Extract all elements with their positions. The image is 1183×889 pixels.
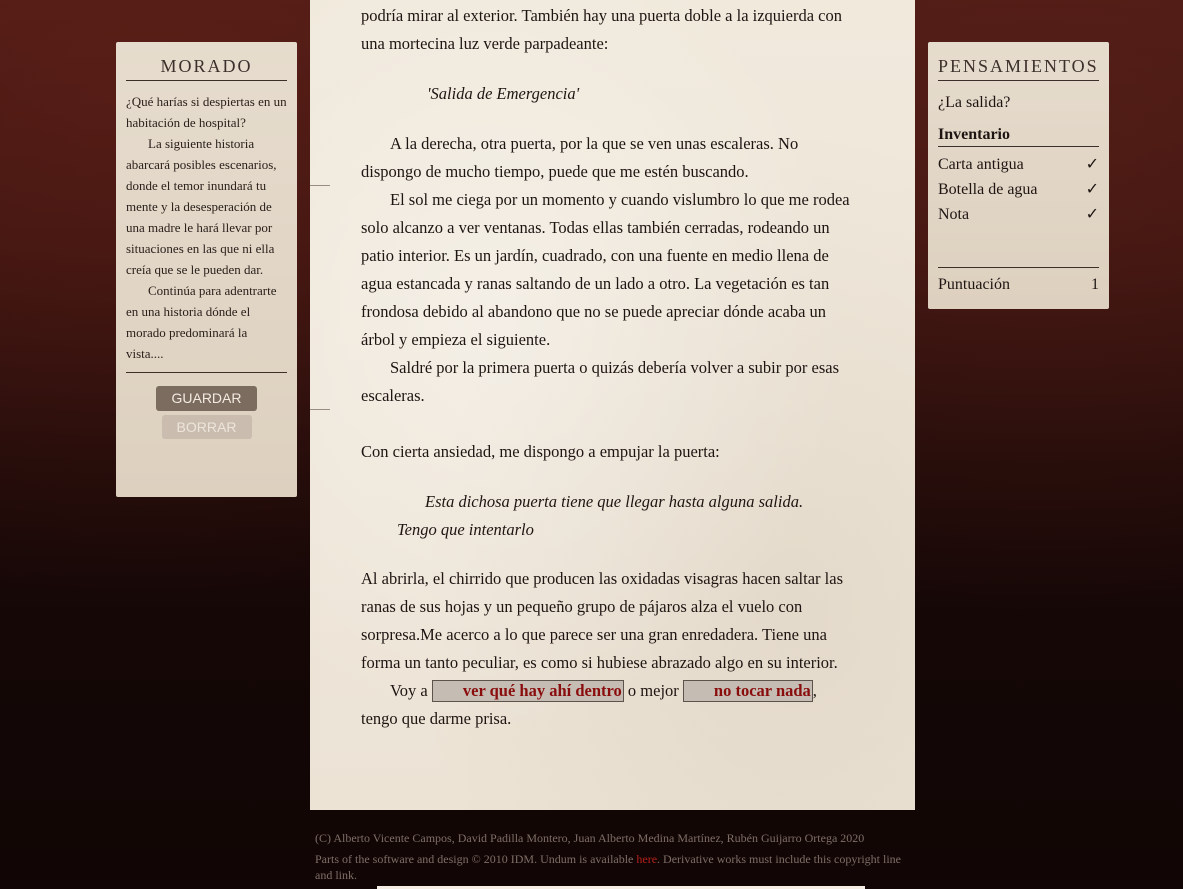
intro-text: ¿Qué harías si despiertas en un habitaci… <box>126 91 287 364</box>
inventory-item-name: Botella de agua <box>938 181 1038 198</box>
intro-paragraph: Continúa para adentrarte en una historia… <box>126 283 277 361</box>
story-quote: Esta dichosa puerta tiene que llegar has… <box>425 492 804 511</box>
choice-paragraph: Voy a ver qué hay ahí dentro o mejor no … <box>361 677 854 733</box>
inventory-title: Inventario <box>938 126 1099 147</box>
choice-look-inside[interactable]: ver qué hay ahí dentro <box>431 680 624 702</box>
check-icon: ✓ <box>1085 156 1099 173</box>
score-label: Puntuación <box>938 276 1010 293</box>
intro-paragraph: La siguiente historia abarcará posibles … <box>126 136 277 277</box>
check-icon: ✓ <box>1085 206 1099 223</box>
undum-link[interactable]: here <box>636 852 657 866</box>
credits-text: Parts of the software and design © 2010 … <box>315 852 637 866</box>
choice-touch-nothing[interactable]: no tocar nada <box>682 680 813 702</box>
divider <box>126 372 287 373</box>
story-paragraph: podría mirar al exterior. También hay un… <box>361 6 842 53</box>
intro-paragraph: ¿Qué harías si despiertas en un habitaci… <box>126 94 287 130</box>
score-row: Puntuación 1 <box>938 267 1099 294</box>
left-panel: MORADO ¿Qué harías si despiertas en un h… <box>116 42 297 497</box>
story-page: podría mirar al exterior. También hay un… <box>310 0 915 810</box>
inventory-item: Botella de agua ✓ <box>938 177 1099 202</box>
choice-separator: o mejor <box>623 681 683 700</box>
story-paragraph: El sol me ciega por un momento y cuando … <box>361 190 850 349</box>
story-quote: Tengo que intentarlo <box>397 520 534 539</box>
current-thought: ¿La salida? <box>938 94 1011 111</box>
margin-tick <box>310 409 330 410</box>
margin-tick <box>310 185 330 186</box>
right-panel: PENSAMIENTOS ¿La salida? Inventario Cart… <box>928 42 1109 309</box>
inventory-list: Carta antigua ✓ Botella de agua ✓ Nota ✓ <box>938 152 1099 227</box>
inventory-item: Carta antigua ✓ <box>938 152 1099 177</box>
thoughts-title: PENSAMIENTOS <box>938 56 1099 81</box>
story-paragraph: A la derecha, otra puerta, por la que se… <box>361 134 799 181</box>
inventory-item-name: Nota <box>938 206 970 223</box>
story-quote: 'Salida de Emergencia' <box>427 84 580 103</box>
footer: (C) Alberto Vicente Campos, David Padill… <box>315 830 915 888</box>
inventory-item: Nota ✓ <box>938 202 1099 227</box>
erase-button[interactable]: BORRAR <box>161 415 252 439</box>
inventory-item-name: Carta antigua <box>938 156 1024 173</box>
footer-copyright: (C) Alberto Vicente Campos, David Padill… <box>315 831 865 845</box>
save-button[interactable]: GUARDAR <box>156 386 257 411</box>
footer-credits: Parts of the software and design © 2010 … <box>315 851 915 883</box>
story-paragraph: Saldré por la primera puerta o quizás de… <box>361 358 839 405</box>
story-paragraph: Con cierta ansiedad, me dispongo a empuj… <box>361 442 720 461</box>
game-title: MORADO <box>126 56 287 81</box>
choice-prefix: Voy a <box>390 681 432 700</box>
score-value: 1 <box>1091 276 1099 293</box>
story-paragraph: Al abrirla, el chirrido que producen las… <box>361 569 843 672</box>
check-icon: ✓ <box>1085 181 1099 198</box>
